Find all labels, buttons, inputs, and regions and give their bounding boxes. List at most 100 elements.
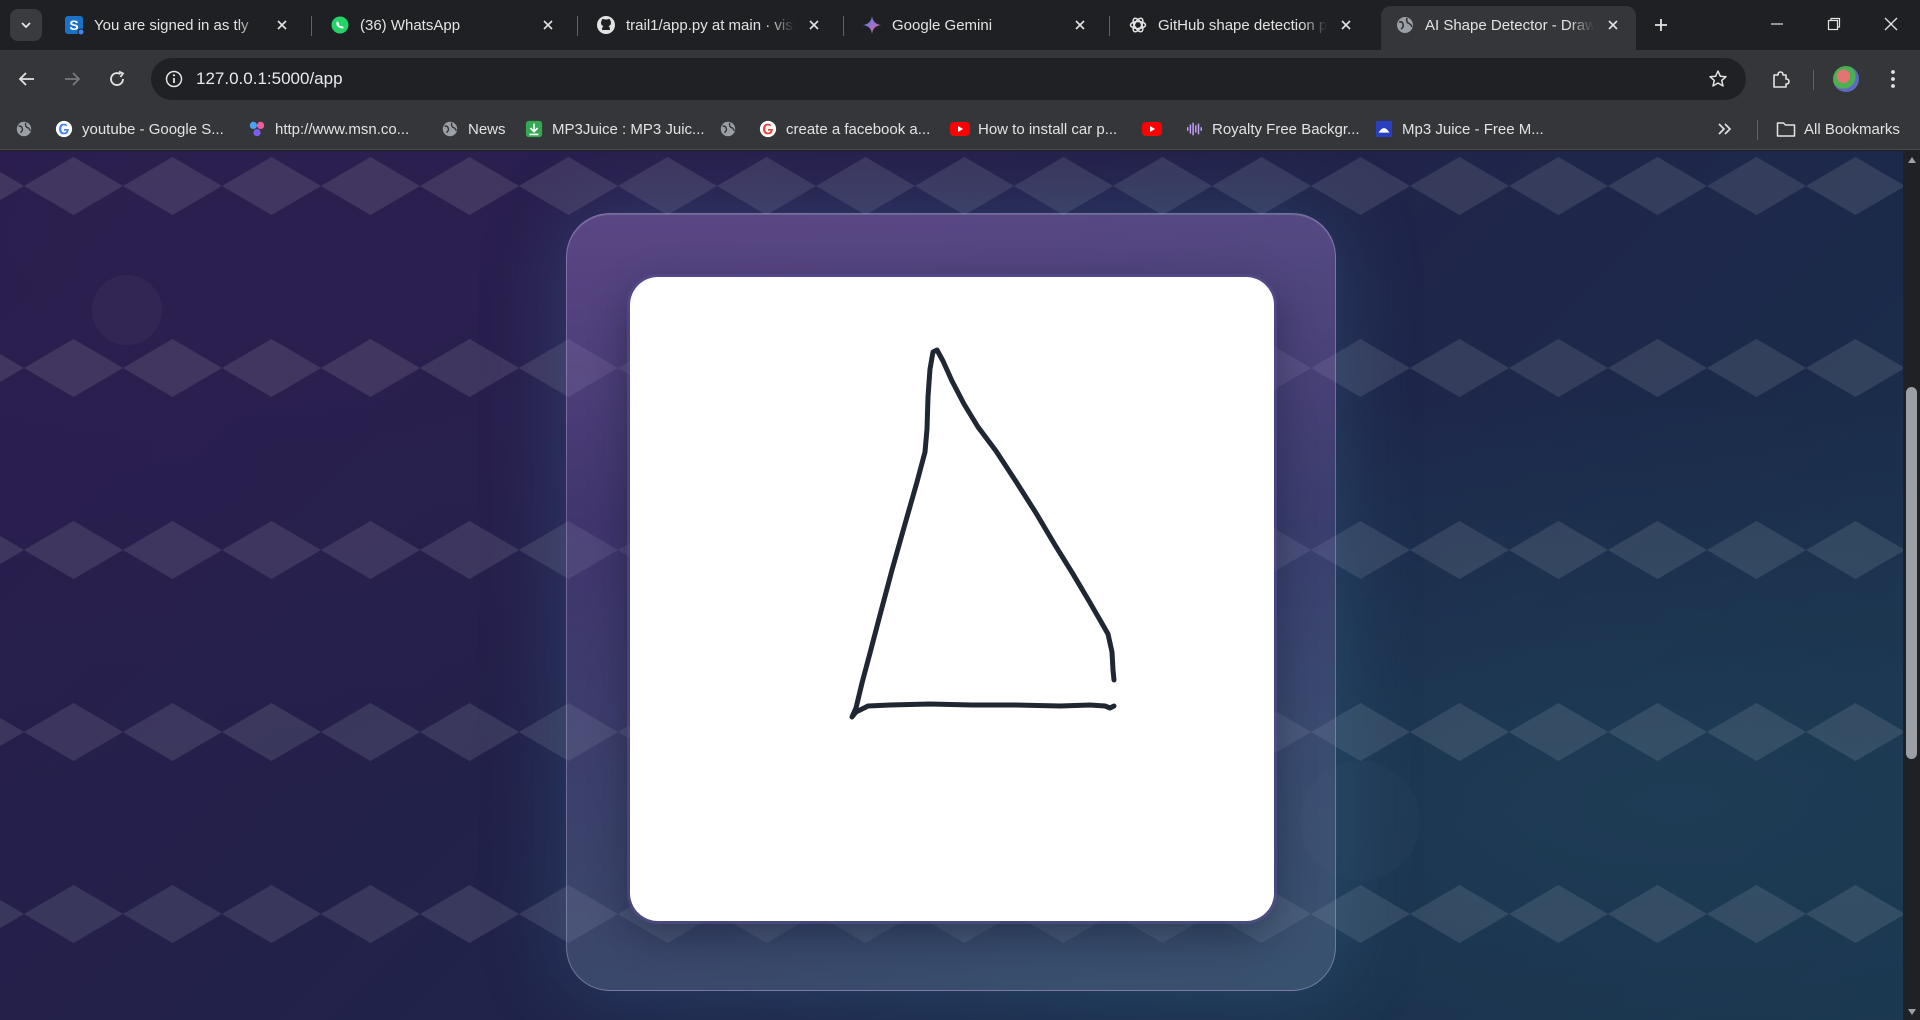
bookmark-label: Royalty Free Backgr... — [1212, 120, 1360, 138]
more-vertical-icon — [1891, 70, 1895, 88]
minimize-icon — [1771, 23, 1783, 25]
bookmark-item[interactable]: create a facebook a... — [758, 117, 930, 141]
svg-text:S: S — [69, 17, 78, 33]
tab-title: trail1/app.py at main · vish — [626, 16, 795, 34]
bookmark-label: create a facebook a... — [786, 120, 931, 138]
tab-separator — [577, 16, 578, 36]
reload-icon — [110, 70, 125, 86]
close-icon[interactable] — [1069, 14, 1091, 36]
scroll-thumb[interactable] — [1906, 387, 1917, 759]
bookmark-label: http://www.msn.co... — [275, 120, 410, 138]
google-icon — [758, 119, 778, 139]
bookmark-item[interactable]: News — [440, 117, 506, 141]
globe-icon — [1395, 15, 1415, 35]
msn-icon — [247, 119, 267, 139]
arrow-left-icon — [18, 72, 34, 86]
arrow-right-icon — [65, 72, 81, 86]
bookmark-star-icon[interactable] — [1706, 67, 1730, 91]
avatar — [1833, 66, 1859, 92]
bookmark-item[interactable]: Mp3 Juice - Free M... — [1374, 117, 1544, 141]
tab-separator — [1109, 16, 1110, 36]
page-scrollbar[interactable] — [1903, 151, 1920, 1020]
soundwave-icon — [1184, 119, 1204, 139]
bookmark-label: youtube - Google S... — [82, 120, 224, 138]
bookmark-label: How to install car p... — [978, 120, 1118, 138]
site-info-icon[interactable] — [158, 63, 190, 95]
globe-icon — [440, 119, 460, 139]
globe-icon — [718, 119, 738, 139]
close-icon[interactable] — [537, 14, 559, 36]
tab-separator — [843, 16, 844, 36]
tab-title: You are signed in as tly — [94, 16, 249, 34]
scroll-up-arrow[interactable] — [1903, 151, 1920, 168]
drawing-card — [566, 213, 1336, 991]
tab[interactable]: GitHub shape detection pr — [1114, 6, 1369, 44]
bookmark-item[interactable]: youtube - Google S... — [54, 117, 224, 141]
toolbar-divider — [1813, 70, 1814, 90]
bookmarks-bar: youtube - Google S... http://www.msn.co.… — [0, 108, 1920, 150]
extensions-button[interactable] — [1765, 63, 1797, 95]
google-icon — [54, 119, 74, 139]
puzzle-icon — [1773, 71, 1790, 88]
tab-title: GitHub shape detection pr — [1158, 16, 1327, 34]
tab[interactable]: Google Gemini — [848, 6, 1103, 44]
bookmarks-divider — [1757, 120, 1758, 140]
bookmark-label: MP3Juice : MP3 Juic... — [552, 120, 705, 138]
tab-title: Google Gemini — [892, 16, 993, 34]
tab[interactable]: S You are signed in as tly — [50, 6, 305, 44]
close-icon[interactable] — [1335, 14, 1357, 36]
bookmark-item[interactable]: How to install car p... — [950, 117, 1117, 141]
chevron-down-icon — [21, 22, 31, 29]
profile-button[interactable] — [1830, 63, 1862, 95]
bookmark-item[interactable] — [1142, 117, 1170, 141]
bookmark-item[interactable] — [718, 117, 746, 141]
minimize-button[interactable] — [1748, 0, 1806, 48]
address-bar[interactable]: 127.0.0.1:5000/app — [151, 58, 1746, 100]
tab-active[interactable]: AI Shape Detector - Draw — [1381, 6, 1636, 50]
new-tab-button[interactable] — [1648, 12, 1674, 38]
folder-icon — [1776, 119, 1796, 139]
youtube-icon — [950, 119, 970, 139]
background-orb — [92, 275, 162, 345]
tab-strip: S You are signed in as tly (36) WhatsApp… — [0, 0, 1920, 50]
page-viewport — [0, 151, 1903, 1020]
tab-separator — [311, 16, 312, 36]
bookmark-item[interactable]: MP3Juice : MP3 Juic... — [524, 117, 705, 141]
menu-button[interactable] — [1877, 63, 1909, 95]
plus-icon — [1655, 19, 1667, 31]
gemini-icon — [862, 15, 882, 35]
all-bookmarks-button[interactable]: All Bookmarks — [1776, 117, 1900, 141]
triangle-drawing — [849, 347, 1117, 720]
forward-button[interactable] — [56, 63, 88, 95]
globe-icon — [14, 119, 34, 139]
bookmark-item[interactable] — [14, 117, 42, 141]
tab-search-button[interactable] — [10, 9, 42, 41]
chatgpt-icon — [1128, 15, 1148, 35]
bookmark-item[interactable]: http://www.msn.co... — [247, 117, 409, 141]
close-window-button[interactable] — [1862, 0, 1920, 48]
restore-button[interactable] — [1805, 0, 1863, 48]
all-bookmarks-label: All Bookmarks — [1804, 120, 1900, 138]
tab[interactable]: trail1/app.py at main · vish — [582, 6, 837, 44]
reload-button[interactable] — [101, 63, 133, 95]
close-icon[interactable] — [1602, 14, 1624, 36]
url-text[interactable]: 127.0.0.1:5000/app — [196, 69, 343, 89]
close-icon[interactable] — [803, 14, 825, 36]
close-icon[interactable] — [271, 14, 293, 36]
youtube-icon — [1142, 119, 1162, 139]
tab-title: (36) WhatsApp — [360, 16, 461, 34]
browser-toolbar: 127.0.0.1:5000/app — [0, 50, 1920, 108]
close-icon — [1884, 17, 1898, 31]
s-badge-icon: S — [64, 15, 84, 35]
github-icon — [596, 15, 616, 35]
back-button[interactable] — [11, 63, 43, 95]
triangle-up-icon — [1907, 156, 1916, 163]
bookmark-item[interactable]: Royalty Free Backgr... — [1184, 117, 1360, 141]
bookmark-label: Mp3 Juice - Free M... — [1402, 120, 1544, 138]
more-bookmarks-button[interactable] — [1716, 117, 1732, 141]
mp3-icon — [1374, 119, 1394, 139]
scroll-down-arrow[interactable] — [1903, 1003, 1920, 1020]
tab[interactable]: (36) WhatsApp — [316, 6, 571, 44]
drawing-canvas[interactable] — [630, 277, 1274, 921]
download-icon — [524, 119, 544, 139]
